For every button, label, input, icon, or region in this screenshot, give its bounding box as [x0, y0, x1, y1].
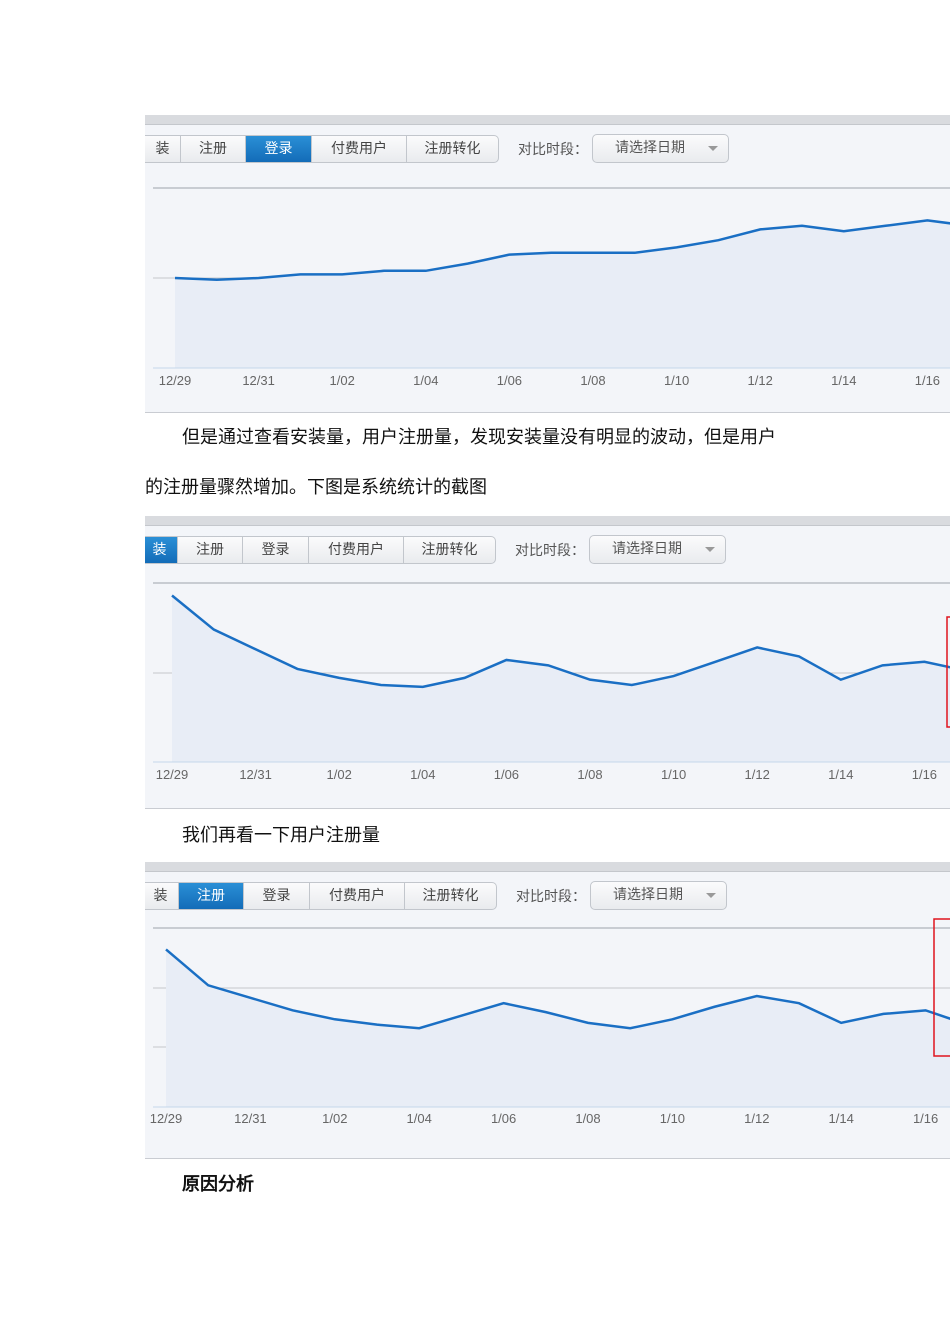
x-tick-label: 1/16 — [912, 767, 937, 782]
x-tick-label: 1/04 — [410, 767, 435, 782]
x-tick-label: 1/08 — [580, 373, 605, 388]
line-chart: 12/29 12/31 1/02 1/04 1/06 1/08 1/10 1/12 1/14 1/… — [153, 187, 950, 388]
x-tick-label: 12/29 — [156, 767, 189, 782]
x-tick-label: 1/04 — [413, 373, 438, 388]
paragraph: 我们再看一下用户注册量 — [182, 825, 380, 846]
x-tick-label: 1/14 — [831, 373, 856, 388]
x-tick-label: 12/31 — [239, 767, 272, 782]
x-tick-label: 1/12 — [745, 767, 770, 782]
x-tick-label: 1/12 — [744, 1111, 769, 1126]
paragraph-line: 但是通过查看安装量，用户注册量，发现安装量没有明显的波动，但是用户 — [182, 427, 776, 448]
x-tick-label: 1/10 — [664, 373, 689, 388]
document-page: 装注册 登录 付费用户 注册转化 对比时段： 请选择日期 12/29 12/31 1/02 1/0… — [0, 0, 950, 1344]
x-tick-label: 1/02 — [330, 373, 355, 388]
x-tick-label: 12/29 — [159, 373, 192, 388]
x-tick-label: 1/04 — [407, 1111, 432, 1126]
chart-screenshot-register: 装注册 登录 付费用户 注册转化 对比时段： 请选择日期 12/29 12/31 1/02 1/0… — [145, 862, 950, 1159]
x-tick-label: 1/08 — [577, 767, 602, 782]
x-tick-label: 1/14 — [829, 1111, 854, 1126]
x-tick-label: 1/10 — [661, 767, 686, 782]
x-tick-label: 12/31 — [234, 1111, 267, 1126]
x-tick-label: 1/12 — [748, 373, 773, 388]
line-chart: 12/29 12/31 1/02 1/04 1/06 1/08 1/10 1/12 1/14 1/… — [153, 582, 950, 782]
area-fill — [175, 220, 950, 368]
x-tick-label: 1/16 — [915, 373, 940, 388]
x-tick-label: 1/02 — [327, 767, 352, 782]
x-tick-label: 1/08 — [575, 1111, 600, 1126]
paragraph-line: 的注册量骤然增加。下图是系统统计的截图 — [145, 477, 487, 498]
x-tick-label: 1/06 — [491, 1111, 516, 1126]
line-chart: 12/29 12/31 1/02 1/04 1/06 1/08 1/10 1/12 1/14 1/… — [150, 918, 950, 1126]
chart-screenshot-login: 装注册 登录 付费用户 注册转化 对比时段： 请选择日期 12/29 12/31 1/02 1/0… — [145, 115, 950, 413]
x-tick-label: 1/14 — [828, 767, 853, 782]
area-fill — [172, 595, 950, 762]
area-fill — [166, 949, 950, 1107]
x-tick-label: 12/31 — [242, 373, 275, 388]
x-tick-label: 1/02 — [322, 1111, 347, 1126]
x-tick-label: 1/16 — [913, 1111, 938, 1126]
x-tick-label: 1/10 — [660, 1111, 685, 1126]
chart-screenshot-install: 装注册 登录 付费用户 注册转化 对比时段： 请选择日期 12/29 12/31 1/02 1/0… — [145, 516, 950, 809]
section-heading: 原因分析 — [182, 1174, 254, 1195]
x-tick-label: 1/06 — [494, 767, 519, 782]
x-tick-label: 12/29 — [150, 1111, 183, 1126]
x-tick-label: 1/06 — [497, 373, 522, 388]
